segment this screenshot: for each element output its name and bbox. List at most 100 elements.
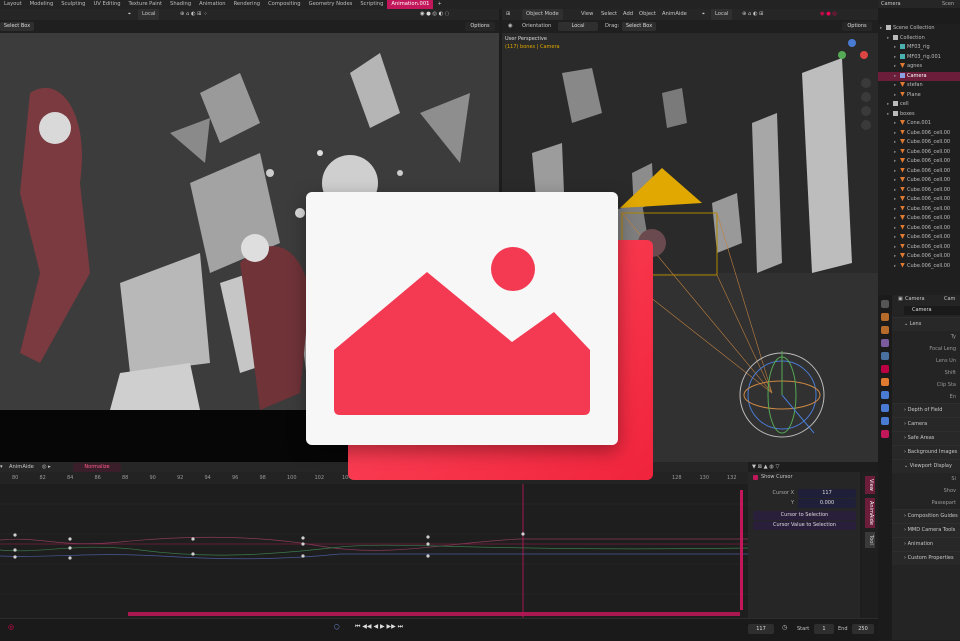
outliner-row[interactable]: ▸ cell <box>878 100 960 110</box>
camera-data-tab-icon[interactable] <box>881 430 889 438</box>
expand-chevron-icon[interactable]: ▸ <box>894 262 900 272</box>
right-orientation-icon[interactable]: ⌖ <box>702 9 705 20</box>
outliner-row[interactable]: ▸ Cube.006_cell.00 <box>878 167 960 177</box>
workspace-tab[interactable]: Shading <box>166 0 195 9</box>
current-frame-field[interactable]: 117 <box>748 624 774 634</box>
outliner-row[interactable]: ▸ Cone.001 <box>878 119 960 129</box>
constraint-tab-icon[interactable] <box>881 417 889 425</box>
world-tab-icon[interactable] <box>881 365 889 373</box>
left-orientation-dropdown[interactable]: Local <box>138 9 160 20</box>
right-select-box-dropdown[interactable]: Select Box <box>622 22 656 31</box>
tab-view[interactable]: View <box>865 476 875 494</box>
tool-icon[interactable]: ◉ <box>508 21 513 32</box>
workspace-tab[interactable]: Compositing <box>264 0 305 9</box>
expand-chevron-icon[interactable]: ▸ <box>894 205 900 215</box>
outliner-scene-field[interactable]: Scen <box>942 0 954 8</box>
normalize-toggle[interactable]: Normalize <box>73 463 121 472</box>
outliner-row[interactable]: ▸ Cube.006_cell.00 <box>878 176 960 186</box>
workspace-tab[interactable]: Rendering <box>230 0 265 9</box>
tab-animaide[interactable]: AnimAide <box>865 497 875 528</box>
record-icon[interactable]: ◯ <box>334 624 340 630</box>
expand-chevron-icon[interactable]: ▸ <box>894 224 900 234</box>
workspace-tab[interactable]: Sculpting <box>57 0 89 9</box>
outliner-row[interactable]: ▸ Cube.006_cell.00 <box>878 214 960 224</box>
graph-filter-icons[interactable]: ▼ ⊠ ▲ ◍ ▽ <box>752 462 779 472</box>
graph-editor-canvas[interactable] <box>0 484 748 618</box>
camera-datablock-field[interactable]: Camera <box>904 306 960 315</box>
outliner-row[interactable]: ▸ Cube.006_cell.00 <box>878 262 960 272</box>
tool-tab-icon[interactable] <box>881 300 889 308</box>
physics-tab-icon[interactable] <box>881 404 889 412</box>
expand-chevron-icon[interactable]: ▸ <box>894 91 900 101</box>
outliner-row[interactable]: ▸ boxes <box>878 110 960 120</box>
right-options-dropdown[interactable]: Options <box>842 22 872 31</box>
expand-chevron-icon[interactable]: ▸ <box>894 157 900 167</box>
expand-chevron-icon[interactable]: ▸ <box>894 252 900 262</box>
menu-view[interactable]: View <box>581 9 593 20</box>
outliner-row[interactable]: ▸ Cube.006_cell.00 <box>878 138 960 148</box>
cursor-to-selection-button[interactable]: Cursor to Selection <box>753 511 856 520</box>
right-snap-icons[interactable]: ⊕ ⌂ ◐ ⊞ <box>742 9 763 20</box>
animaide-menu[interactable]: AnimAide <box>9 462 34 472</box>
cursor-y-field[interactable]: 0.000 <box>798 499 856 508</box>
outliner-row[interactable]: ▸ Plane <box>878 91 960 101</box>
graph-menu-icon[interactable]: ▾ <box>0 462 3 472</box>
expand-chevron-icon[interactable]: ▸ <box>894 195 900 205</box>
right-shading-icons[interactable]: ◉ ● ◎ <box>820 9 837 20</box>
output-tab-icon[interactable] <box>881 326 889 334</box>
workspace-tab[interactable]: Modeling <box>26 0 58 9</box>
left-options-dropdown[interactable]: Options <box>465 22 495 31</box>
expand-chevron-icon[interactable]: ▸ <box>894 138 900 148</box>
outliner-row[interactable]: ▸ Scene Collection <box>878 24 960 34</box>
view-layer-tab-icon[interactable] <box>881 339 889 347</box>
expand-chevron-icon[interactable]: ▸ <box>894 148 900 158</box>
cursor-value-to-selection-button[interactable]: Cursor Value to Selection <box>753 521 856 530</box>
left-orientation-icon[interactable]: ⌖ <box>128 9 131 20</box>
outliner-row[interactable]: ▸ Cube.006_cell.00 <box>878 148 960 158</box>
end-frame-field[interactable]: 250 <box>852 624 874 634</box>
menu-select[interactable]: Select <box>601 9 617 20</box>
expand-chevron-icon[interactable]: ▸ <box>894 129 900 139</box>
outliner-row[interactable]: ▸ MF03_rig.001 <box>878 53 960 63</box>
expand-chevron-icon[interactable]: ▸ <box>894 186 900 196</box>
graph-toggle-icons[interactable]: ◎ ▸ <box>42 462 51 472</box>
outliner-row[interactable]: ▸ Cube.006_cell.00 <box>878 233 960 243</box>
outliner-row[interactable]: ▸ Cube.006_cell.00 <box>878 205 960 215</box>
outliner-search[interactable]: Camera <box>878 1 901 7</box>
tab-tool[interactable]: Tool <box>865 531 875 548</box>
expand-chevron-icon[interactable]: ▸ <box>894 243 900 253</box>
expand-chevron-icon[interactable]: ▸ <box>894 81 900 91</box>
left-select-box-dropdown[interactable]: Select Box <box>0 22 34 31</box>
object-tab-icon[interactable] <box>881 378 889 386</box>
playback-controls[interactable]: ⏮ ◀◀ ◀ ▶ ▶▶ ⏭ <box>355 623 403 631</box>
add-workspace-button[interactable]: + <box>433 0 445 9</box>
workspace-tab[interactable]: Scripting <box>356 0 387 9</box>
outliner-row[interactable]: ▸ Cube.006_cell.00 <box>878 129 960 139</box>
outliner-row[interactable]: ▸ Cube.006_cell.00 <box>878 186 960 196</box>
menu-object[interactable]: Object <box>639 9 656 20</box>
outliner-row[interactable]: ▸ Cube.006_cell.00 <box>878 195 960 205</box>
expand-chevron-icon[interactable]: ▸ <box>894 176 900 186</box>
editor-type-icon[interactable]: ⊞ <box>506 9 510 20</box>
left-snap-icons[interactable]: ⊕ ⌂ ◐ ⊞ ⁘ <box>180 9 207 20</box>
outliner-row[interactable]: ▸ Cube.006_cell.00 <box>878 252 960 262</box>
menu-animaide[interactable]: AnimAide <box>662 9 687 20</box>
expand-chevron-icon[interactable]: ▸ <box>894 62 900 72</box>
render-tab-icon[interactable] <box>881 313 889 321</box>
scene-tab-icon[interactable] <box>881 352 889 360</box>
outliner-row[interactable]: ▸ Collection <box>878 34 960 44</box>
workspace-tab[interactable]: Animation <box>195 0 229 9</box>
outliner-row[interactable]: ▸ Cube.006_cell.00 <box>878 157 960 167</box>
outliner-row[interactable]: ▸ Camera <box>878 71 960 81</box>
right-orientation-dropdown[interactable]: Local <box>711 9 733 20</box>
expand-chevron-icon[interactable]: ▸ <box>894 167 900 177</box>
workspace-tab[interactable]: Layout <box>0 0 26 9</box>
workspace-tab[interactable]: Animation.001 <box>387 0 434 9</box>
timeline-menu-icon[interactable]: ◎ <box>8 623 14 631</box>
outliner-row[interactable]: ▸ Cube.006_cell.00 <box>878 224 960 234</box>
menu-add[interactable]: Add <box>623 9 633 20</box>
outliner-row[interactable]: ▸ MF03_rig <box>878 43 960 53</box>
outliner-row[interactable]: ▸ agnes <box>878 62 960 72</box>
tools-orientation-dropdown[interactable]: Local <box>558 22 598 31</box>
expand-chevron-icon[interactable]: ▸ <box>894 119 900 129</box>
